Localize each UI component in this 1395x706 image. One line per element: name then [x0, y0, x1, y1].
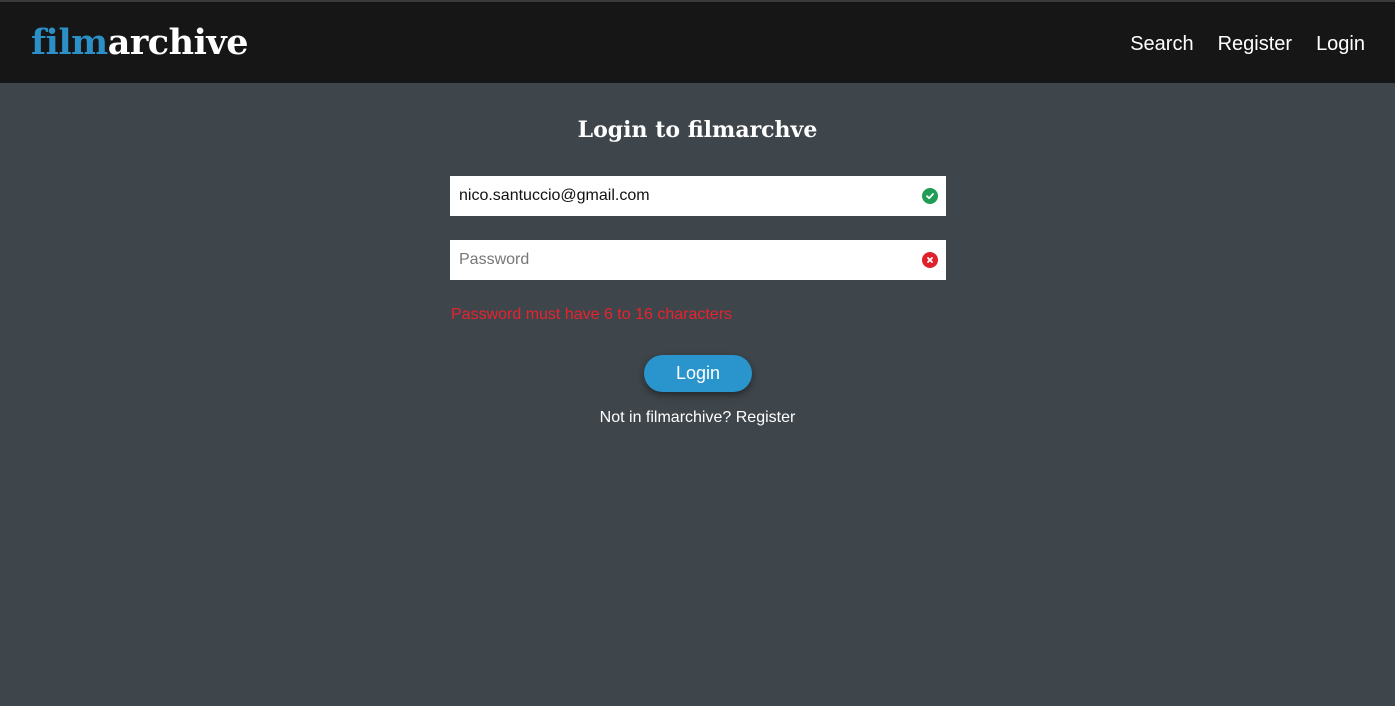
nav-register-link[interactable]: Register: [1218, 31, 1292, 57]
x-circle-icon: [922, 252, 938, 268]
nav-search-link[interactable]: Search: [1130, 31, 1193, 57]
top-navbar: filmarchive Search Register Login: [0, 0, 1395, 83]
logo-part-film: film: [31, 22, 108, 63]
main-nav: Search Register Login: [1130, 31, 1365, 57]
password-input[interactable]: [450, 240, 946, 280]
register-prompt-text: Not in filmarchive?: [599, 409, 732, 426]
email-input[interactable]: [450, 176, 946, 216]
password-field-wrapper: [450, 240, 946, 280]
password-error-message: Password must have 6 to 16 characters: [451, 306, 733, 323]
email-field-wrapper: [450, 176, 946, 216]
register-link[interactable]: Register: [736, 409, 796, 426]
nav-login-link[interactable]: Login: [1316, 31, 1365, 57]
register-prompt: Not in filmarchive? Register: [0, 408, 1395, 428]
page-title: Login to filmarchve: [577, 117, 818, 143]
login-page: Login to filmarchve Password must have 6…: [0, 83, 1395, 706]
login-button[interactable]: Login: [644, 355, 752, 392]
logo[interactable]: filmarchive: [31, 22, 248, 64]
check-circle-icon: [922, 188, 938, 204]
logo-part-archive: archive: [107, 22, 249, 63]
